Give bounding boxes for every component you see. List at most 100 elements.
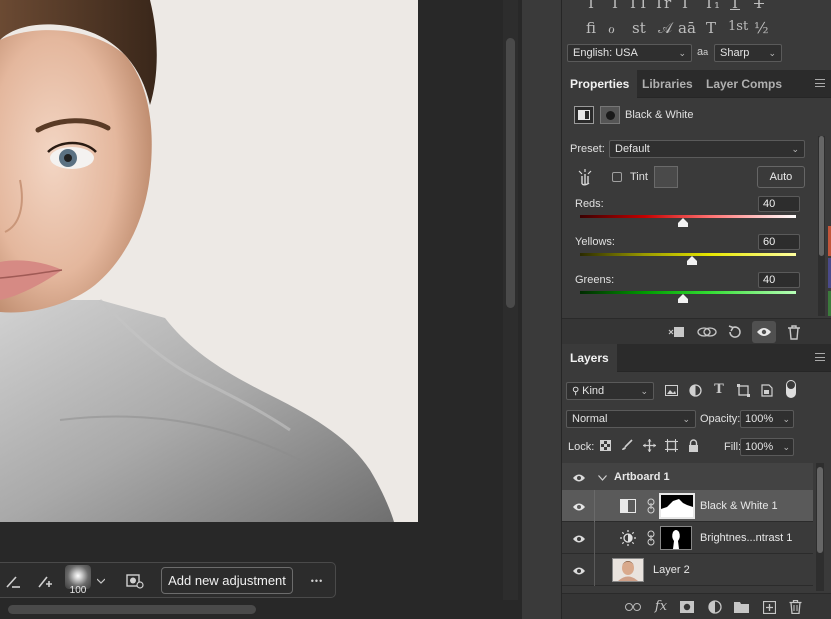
new-group-folder-icon[interactable]	[732, 599, 750, 615]
properties-panel: Black & White Preset: Default ⌄ Tint Aut…	[562, 98, 831, 318]
eye-icon[interactable]	[572, 534, 586, 544]
horizontal-scrollbar[interactable]	[8, 605, 256, 614]
targeted-adjustment-icon[interactable]	[576, 168, 594, 189]
filter-kind-select[interactable]: ⚲ Kind ⌄	[566, 382, 654, 400]
layer-row-brightness-contrast[interactable]: Brightnes...ntrast 1	[562, 522, 813, 554]
filter-type-icon[interactable]: T	[711, 381, 727, 397]
filter-pixel-icon[interactable]	[663, 382, 679, 398]
chevron-down-icon: ⌄	[768, 48, 776, 58]
mask-icon[interactable]	[600, 106, 620, 124]
new-layer-icon[interactable]	[760, 599, 778, 615]
strikethrough-icon[interactable]: T	[754, 0, 764, 12]
reset-icon[interactable]	[725, 323, 745, 341]
chevron-down-icon[interactable]	[598, 472, 607, 484]
lock-artboard-icon[interactable]	[664, 438, 678, 452]
layer-thumbnail[interactable]	[612, 558, 644, 582]
blend-mode-select[interactable]: Normal ⌄	[566, 410, 696, 428]
layer-row-layer-2[interactable]: Layer 2	[562, 554, 813, 586]
photoshop-window: 100 Add new adjustment ••• T T TT Tr T T…	[0, 0, 831, 619]
link-icon[interactable]	[647, 530, 655, 549]
new-adjustment-layer-icon[interactable]	[706, 599, 724, 615]
preset-label: Preset:	[570, 143, 605, 155]
tab-layer-comps[interactable]: Layer Comps	[698, 70, 790, 98]
character-panel: T T TT Tr T T₁ T T fi ℴ st 𝒜 aā T 1st ½ …	[562, 0, 831, 70]
antialias-select[interactable]: Sharp ⌄	[714, 44, 782, 62]
chevron-down-icon[interactable]	[93, 567, 109, 595]
greens-slider-track[interactable]	[580, 291, 796, 294]
clip-to-layer-icon[interactable]	[667, 323, 687, 341]
titling-alternates-icon[interactable]: T	[706, 19, 716, 37]
small-caps-icon[interactable]: Tr	[654, 0, 671, 12]
tab-layers[interactable]: Layers	[562, 344, 617, 372]
opacity-field[interactable]: 100% ⌄	[740, 410, 794, 428]
tint-checkbox[interactable]	[612, 172, 622, 182]
ligatures-icon[interactable]: fi	[586, 19, 596, 37]
faux-bold-icon[interactable]: T	[586, 0, 596, 12]
tab-libraries[interactable]: Libraries	[634, 70, 701, 98]
properties-scroll-track[interactable]	[818, 136, 825, 316]
filter-smart-object-icon[interactable]	[759, 382, 775, 398]
delete-layer-icon[interactable]	[786, 598, 804, 615]
portrait-image	[0, 0, 418, 522]
brush-subtract-icon[interactable]	[0, 567, 27, 595]
greens-slider-thumb[interactable]	[678, 294, 688, 306]
visibility-toggle-icon[interactable]	[752, 321, 776, 343]
swash-icon[interactable]: 𝒜	[658, 19, 672, 37]
canvas-area[interactable]: 100 Add new adjustment •••	[0, 0, 520, 619]
brush-add-icon[interactable]	[31, 567, 59, 595]
tint-label: Tint	[630, 171, 648, 183]
panel-menu-icon[interactable]	[815, 353, 825, 361]
reds-slider-thumb[interactable]	[678, 218, 688, 230]
stylistic-alternates-icon[interactable]: aā	[678, 19, 696, 37]
view-previous-state-icon[interactable]	[697, 323, 717, 341]
preset-select[interactable]: Default ⌄	[609, 140, 805, 158]
link-icon[interactable]	[647, 498, 655, 517]
eye-icon[interactable]	[572, 473, 586, 483]
lock-position-icon[interactable]	[642, 438, 656, 452]
discretionary-ligatures-icon[interactable]: st	[632, 19, 646, 37]
superscript-icon[interactable]: T	[680, 0, 690, 12]
mask-settings-icon[interactable]	[121, 567, 149, 595]
eye-icon[interactable]	[572, 566, 586, 576]
filter-adjustment-icon[interactable]	[687, 382, 703, 398]
tint-color-swatch[interactable]	[654, 166, 678, 188]
all-caps-icon[interactable]: TT	[628, 0, 648, 12]
layers-scroll-track[interactable]	[816, 463, 824, 591]
tab-properties[interactable]: Properties	[562, 70, 638, 98]
link-layers-icon[interactable]	[624, 599, 642, 615]
more-options-button[interactable]: •••	[303, 567, 331, 595]
layer-row-black-white[interactable]: Black & White 1	[562, 490, 813, 522]
old-style-icon[interactable]: ℴ	[608, 19, 615, 37]
layer-mask-thumbnail[interactable]	[660, 526, 692, 550]
layer-effects-button[interactable]: fx	[652, 597, 670, 615]
properties-footer	[562, 318, 831, 344]
yellows-slider-thumb[interactable]	[687, 256, 697, 268]
language-select[interactable]: English: USA ⌄	[567, 44, 692, 62]
filter-toggle-switch[interactable]	[786, 380, 796, 398]
fractions-icon[interactable]: ½	[754, 19, 769, 37]
faux-italic-icon[interactable]: T	[610, 0, 620, 12]
panel-menu-icon[interactable]	[815, 79, 825, 87]
lock-image-pixels-icon[interactable]	[620, 438, 634, 452]
layer-name: Brightnes...ntrast 1	[700, 532, 793, 544]
yellows-value-field[interactable]: 60	[758, 234, 800, 250]
reds-slider-track[interactable]	[580, 215, 796, 218]
underline-icon[interactable]: T	[730, 0, 740, 12]
filter-shape-icon[interactable]	[735, 382, 751, 398]
lock-transparent-pixels-icon[interactable]	[598, 438, 612, 452]
vertical-scrollbar[interactable]	[506, 38, 515, 308]
ordinals-icon[interactable]: 1st	[728, 19, 748, 34]
lock-all-icon[interactable]	[686, 438, 700, 452]
reds-value-field[interactable]: 40	[758, 196, 800, 212]
layer-mask-thumbnail[interactable]	[659, 493, 695, 519]
add-mask-icon[interactable]	[678, 599, 696, 615]
auto-button[interactable]: Auto	[757, 166, 805, 188]
trash-icon[interactable]	[784, 323, 804, 341]
fill-field[interactable]: 100% ⌄	[740, 438, 794, 456]
greens-value-field[interactable]: 40	[758, 272, 800, 288]
artboard-canvas[interactable]	[0, 0, 418, 522]
eye-icon[interactable]	[572, 502, 586, 512]
contextual-task-bar: 100 Add new adjustment •••	[0, 562, 336, 598]
subscript-icon[interactable]: T₁	[704, 0, 720, 12]
add-new-adjustment-button[interactable]: Add new adjustment	[161, 567, 293, 594]
